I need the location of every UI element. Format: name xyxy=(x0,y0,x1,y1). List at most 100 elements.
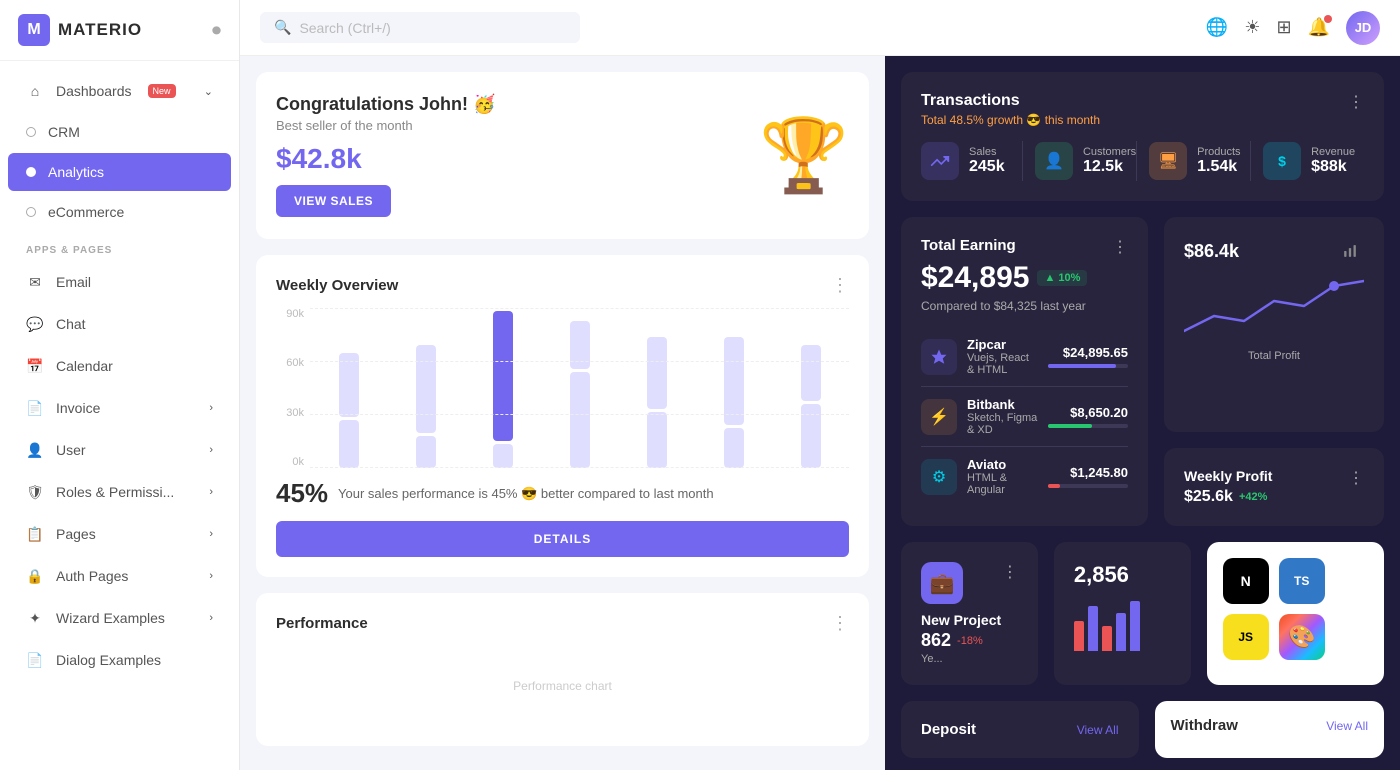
header-actions: 🌐 ☀ ⊞ 🔔 JD xyxy=(1206,11,1380,45)
profit-chart-icon[interactable] xyxy=(1336,237,1364,265)
bitbank-amount: $8,650.20 xyxy=(1048,405,1128,420)
aviato-right: $1,245.80 xyxy=(1048,465,1128,488)
search-icon: 🔍 xyxy=(274,19,291,36)
sales-icon xyxy=(921,142,959,180)
chevron-icon-wizard: › xyxy=(209,612,213,624)
sidebar-item-analytics[interactable]: Analytics xyxy=(8,153,231,191)
sidebar-item-roles[interactable]: 🛡 Roles & Permissi... › xyxy=(8,472,231,512)
sidebar-item-invoice[interactable]: 📄 Invoice › xyxy=(8,388,231,428)
sidebar-label-ecommerce: eCommerce xyxy=(48,204,124,220)
y-label-60k: 60k xyxy=(276,357,304,369)
profit-line-chart xyxy=(1184,271,1364,341)
weekly-percentage: 45% xyxy=(276,478,328,509)
bell-icon[interactable]: 🔔 xyxy=(1308,17,1330,38)
bar-2 xyxy=(1088,606,1098,651)
stat-customers: 👤 Customers 12.5k xyxy=(1035,141,1136,181)
bitbank-right: $8,650.20 xyxy=(1048,405,1128,428)
logo-icon: M xyxy=(18,14,50,46)
sidebar-label-invoice: Invoice xyxy=(56,400,100,416)
total-profit-chart-card: $86.4k Total Profit xyxy=(1164,217,1384,432)
customers-icon: 👤 xyxy=(1035,142,1073,180)
figma-icon: 🎨 xyxy=(1279,614,1325,660)
products-label: Products xyxy=(1197,146,1240,158)
sidebar-label-pages: Pages xyxy=(56,526,96,542)
project-count: 862 xyxy=(921,630,951,651)
congrats-title: Congratulations John! 🥳 xyxy=(276,94,495,115)
search-bar[interactable]: 🔍 Search (Ctrl+/) xyxy=(260,12,580,43)
chevron-icon-user: › xyxy=(209,444,213,456)
transactions-card: Transactions Total 48.5% growth 😎 this m… xyxy=(901,72,1384,201)
sidebar-label-calendar: Calendar xyxy=(56,358,113,374)
weekly-more-icon[interactable]: ⋮ xyxy=(831,275,849,296)
sidebar-item-dialog[interactable]: 📄 Dialog Examples xyxy=(8,640,231,680)
weekly-profit-more-icon[interactable]: ⋮ xyxy=(1348,468,1364,488)
sidebar-label-wizard: Wizard Examples xyxy=(56,610,165,626)
y-label-0k: 0k xyxy=(276,456,304,468)
total-earning-card: Total Earning ⋮ $24,895 ▲ 10% Compared t… xyxy=(901,217,1148,526)
invoice-icon: 📄 xyxy=(26,399,44,417)
wizard-icon: ✦ xyxy=(26,609,44,627)
earning-comparison: Compared to $84,325 last year xyxy=(921,299,1128,313)
grid-icon[interactable]: ⊞ xyxy=(1276,17,1291,38)
avatar[interactable]: JD xyxy=(1346,11,1380,45)
bar-4 xyxy=(1116,613,1126,651)
shield-icon: 🛡 xyxy=(26,483,44,501)
performance-card: Performance ⋮ Performance chart xyxy=(256,593,869,746)
aviato-icon: ⚙ xyxy=(921,459,957,495)
sidebar-label-dialog: Dialog Examples xyxy=(56,652,161,668)
withdraw-title: Withdraw xyxy=(1171,717,1238,734)
sidebar-label-crm: CRM xyxy=(48,124,80,140)
performance-more-icon[interactable]: ⋮ xyxy=(831,613,849,634)
tech-icons: N TS JS 🎨 xyxy=(1223,558,1368,660)
weekly-profit-value: $25.6k xyxy=(1184,488,1233,506)
sidebar-nav: ⌂ Dashboards New ⌄ CRM Analytics eCommer… xyxy=(0,61,239,770)
sidebar-label-user: User xyxy=(56,442,86,458)
withdraw-view-all[interactable]: View All xyxy=(1326,719,1368,733)
bar-3 xyxy=(1102,626,1112,651)
sidebar-item-pages[interactable]: 📋 Pages › xyxy=(8,514,231,554)
withdraw-card: Withdraw View All xyxy=(1155,701,1385,758)
trophy-icon: 🏆 xyxy=(759,120,849,192)
sidebar-item-user[interactable]: 👤 User › xyxy=(8,430,231,470)
deposit-view-all[interactable]: View All xyxy=(1077,723,1119,737)
sidebar-item-dashboards[interactable]: ⌂ Dashboards New ⌄ xyxy=(8,71,231,111)
notification-dot xyxy=(1324,15,1332,23)
aviato-amount: $1,245.80 xyxy=(1048,465,1128,480)
earning-more-icon[interactable]: ⋮ xyxy=(1112,237,1128,257)
app-name: MATERIO xyxy=(58,20,142,40)
left-panel: Congratulations John! 🥳 Best seller of t… xyxy=(240,56,885,770)
project-growth: -18% xyxy=(957,635,983,647)
project-more-icon[interactable]: ⋮ xyxy=(1002,562,1018,582)
right-mini-column: $86.4k Total Profit xyxy=(1164,217,1384,526)
bitbank-icon: ⚡ xyxy=(921,399,957,435)
transactions-subtitle: Total 48.5% growth 😎 this month xyxy=(921,113,1100,127)
sidebar-item-ecommerce[interactable]: eCommerce xyxy=(8,193,231,231)
transactions-more-icon[interactable]: ⋮ xyxy=(1348,92,1364,112)
sidebar-item-auth[interactable]: 🔒 Auth Pages › xyxy=(8,556,231,596)
sidebar-item-chat[interactable]: 💬 Chat xyxy=(8,304,231,344)
record-icon[interactable]: ⏺ xyxy=(212,20,221,41)
sidebar-label-roles: Roles & Permissi... xyxy=(56,484,174,500)
new-project-card: 💼 ⋮ New Project 862 -18% Ye... xyxy=(901,542,1038,685)
sidebar-label-analytics: Analytics xyxy=(48,164,104,180)
dashboard: Congratulations John! 🥳 Best seller of t… xyxy=(240,56,1400,770)
lock-icon: 🔒 xyxy=(26,567,44,585)
translate-icon[interactable]: 🌐 xyxy=(1206,17,1228,38)
weekly-profit-growth: +42% xyxy=(1239,491,1267,503)
profit-value: $86.4k xyxy=(1184,241,1239,262)
weekly-footer: 45% Your sales performance is 45% 😎 bett… xyxy=(276,478,849,509)
stat-revenue: $ Revenue $88k xyxy=(1263,141,1364,181)
sidebar-item-wizard[interactable]: ✦ Wizard Examples › xyxy=(8,598,231,638)
y-label-30k: 30k xyxy=(276,407,304,419)
view-sales-button[interactable]: VIEW SALES xyxy=(276,185,391,217)
bar-1 xyxy=(1074,621,1084,651)
sidebar-item-calendar[interactable]: 📅 Calendar xyxy=(8,346,231,386)
sidebar-item-crm[interactable]: CRM xyxy=(8,113,231,151)
earning-amount: $24,895 ▲ 10% xyxy=(921,261,1128,295)
sidebar-item-email[interactable]: ✉ Email xyxy=(8,262,231,302)
stat-products: 🖥 Products 1.54k xyxy=(1149,141,1250,181)
sidebar-label-email: Email xyxy=(56,274,91,290)
details-button[interactable]: DETAILS xyxy=(276,521,849,557)
brightness-icon[interactable]: ☀ xyxy=(1244,17,1260,38)
zipcar-icon xyxy=(921,339,957,375)
